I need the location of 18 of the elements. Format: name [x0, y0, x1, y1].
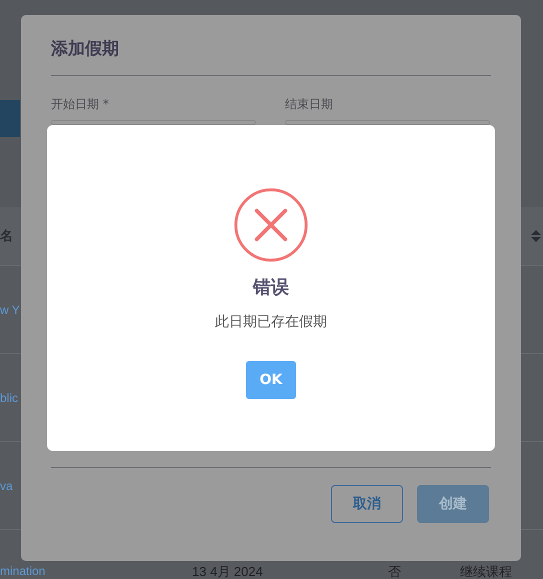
table-link[interactable]: blic: [0, 390, 18, 404]
error-icon: [233, 187, 309, 263]
alert-title: 错误: [253, 276, 289, 299]
field-label: 开始日期 *: [51, 96, 110, 112]
field-label: 结束日期: [285, 96, 334, 112]
cancel-button[interactable]: 取消: [331, 485, 403, 523]
table-cell: 13 4月 2024: [192, 563, 263, 579]
ok-button[interactable]: OK: [246, 361, 296, 399]
dialog-title: 添加假期: [51, 38, 120, 61]
table-cell: 继续课程: [460, 563, 512, 579]
alert-message: 此日期已存在假期: [215, 313, 327, 331]
sort-icon[interactable]: [531, 230, 541, 242]
table-link[interactable]: va: [0, 478, 13, 492]
table-cell: 否: [388, 563, 401, 579]
side-tab[interactable]: [0, 100, 20, 137]
table-link[interactable]: w Y: [0, 302, 20, 316]
create-button[interactable]: 创建: [417, 485, 489, 523]
table-link[interactable]: mination: [0, 564, 46, 578]
